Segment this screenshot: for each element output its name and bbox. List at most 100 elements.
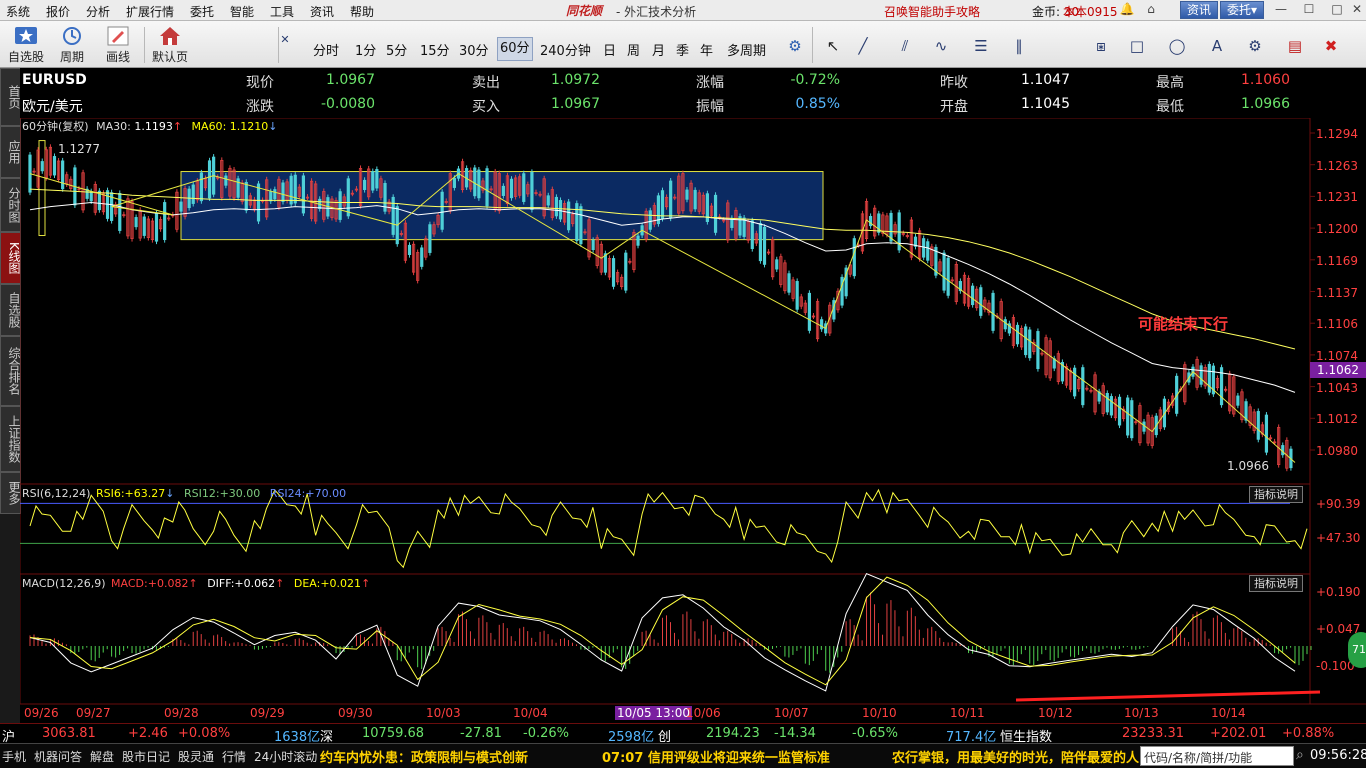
line-icon[interactable]: ╱ [852,35,874,57]
delete-icon[interactable]: ✖ [1320,35,1342,57]
close-icon[interactable]: ✕ [1348,2,1366,17]
float-badge[interactable]: 71 [1348,632,1366,668]
chart-area[interactable] [20,118,1366,723]
period-7[interactable]: 240分钟 [540,40,591,59]
y-tick-label: 1.1231 [1316,190,1358,205]
rail-tab-1[interactable]: 首页 [0,68,21,126]
period-6[interactable]: 60分 [497,37,533,61]
promo-link[interactable]: 召唤智能助手攻略 [884,3,980,20]
status-tab-4[interactable]: 股市日记 [122,748,170,765]
candle-body [371,171,375,191]
x-tick-label: 09/28 [164,706,199,720]
ellipse-icon[interactable]: ◯ [1166,35,1188,57]
period-5[interactable]: 30分 [459,40,489,59]
default-page-button[interactable]: 默认页 [150,23,190,65]
status-tab-7[interactable]: 24小时滚动 [254,748,317,765]
candle-body [775,259,779,270]
candle-body [787,273,791,293]
quote-value: -0.0080 [320,96,375,112]
candle-body [273,189,277,200]
rail-tab-6[interactable]: 综合排名 [0,336,21,406]
status-tab-2[interactable]: 机器问答 [34,748,82,765]
x-tick-label: 10/05 13:00 [615,706,692,720]
rsi-help-button[interactable]: 指标说明 [1249,486,1303,503]
account-name[interactable]: 本本0915 [1063,3,1118,20]
cycle-button[interactable]: 周期 [52,23,92,65]
rail-tab-5[interactable]: 自选股 [0,284,21,336]
bell-icon[interactable]: 🔔 [1118,2,1136,17]
parallel-icon[interactable]: ⫽ [894,35,916,57]
macd-help-button[interactable]: 指标说明 [1249,575,1303,592]
draw-button[interactable]: 画线 [98,23,138,65]
status-tab-3[interactable]: 解盘 [90,748,114,765]
bars-icon[interactable]: ∥ [1008,35,1030,57]
watchlist-button[interactable]: 自选股 [6,23,46,65]
period-8[interactable]: 日 [603,40,616,59]
cursor-icon[interactable]: ↖ [822,35,844,57]
period-1[interactable]: 分时 [313,40,339,59]
period-13[interactable]: 多周期 [727,40,766,59]
x-tick-label: 09/26 [24,706,59,720]
cycle-icon [63,27,81,45]
search-input[interactable]: 代码/名称/简拼/功能 [1144,749,1252,766]
menu-smart[interactable]: 智能 [230,3,254,20]
rail-tab-8[interactable]: 更多 [0,472,21,514]
macd-y-tick: +0.190 [1316,585,1361,599]
index-percent: +0.08% [178,726,231,741]
maximize-icon[interactable]: □ [1328,2,1346,17]
fib-icon[interactable]: ☰ [970,35,992,57]
info-button[interactable]: 资讯 [1180,1,1218,19]
rail-tab-2[interactable]: 应用 [0,126,21,178]
candle-body [485,168,489,207]
news-item[interactable]: 农行掌银，用最美好的时光，陪伴最爱的人 [892,747,1139,766]
channel-icon[interactable]: ⧆ [1090,35,1112,57]
restore-icon[interactable]: ☐ [1300,2,1318,17]
candle-body [1256,411,1260,440]
search-box[interactable]: 代码/名称/简拼/功能 [1140,746,1294,766]
status-tab-5[interactable]: 股灵通 [178,748,214,765]
rail-tab-7[interactable]: 上证指数 [0,406,21,472]
status-tab-1[interactable]: 手机 [2,748,26,765]
menu-extended[interactable]: 扩展行情 [126,3,174,20]
candle-body [375,169,379,189]
period-3[interactable]: 5分 [386,40,407,59]
menu-news[interactable]: 资讯 [310,3,334,20]
rect-icon[interactable]: □ [1126,35,1148,57]
candle-body [293,174,297,204]
news-item[interactable]: 07:07 信用评级业将迎来统一监管标准 [602,747,830,766]
menu-analysis[interactable]: 分析 [86,3,110,20]
x-tick-label: 10/06 [686,706,721,720]
menu-quote[interactable]: 报价 [46,3,70,20]
menu-trade[interactable]: 委托 [190,3,214,20]
text-icon[interactable]: A [1206,35,1228,57]
news-item[interactable]: 约车内忧外患：政策限制与模式创新 [320,747,528,766]
y-tick-label: 1.0980 [1316,444,1358,458]
collapse-icon[interactable]: ✕ [280,29,290,51]
status-tab-6[interactable]: 行情 [222,748,246,765]
trade-button[interactable]: 委托▾ [1220,1,1264,19]
candle-body [979,287,983,316]
period-4[interactable]: 15分 [420,40,450,59]
period-9[interactable]: 周 [627,40,640,59]
search-icon[interactable]: ⌕ [1296,747,1304,763]
candle-body [289,175,293,205]
period-12[interactable]: 年 [700,40,713,59]
period-10[interactable]: 月 [652,40,665,59]
shirt-icon[interactable]: ⌂ [1142,2,1160,17]
candle-body [795,281,799,310]
menu-help[interactable]: 帮助 [350,3,374,20]
period-11[interactable]: 季 [676,40,689,59]
menu-system[interactable]: 系统 [6,3,30,20]
candle-body [338,191,342,220]
menu-tools[interactable]: 工具 [270,3,294,20]
rsi-y-tick: +90.39 [1316,497,1361,511]
rail-tab-3[interactable]: 分时图 [0,178,21,232]
rail-tab-4[interactable]: K线图 [0,232,21,284]
settings-icon[interactable]: ⚙ [1244,35,1266,57]
period-2[interactable]: 1分 [355,40,376,59]
period-settings-icon[interactable]: ⚙ [784,35,806,57]
minimize-icon[interactable]: — [1272,2,1290,17]
color-icon[interactable]: ▤ [1284,35,1306,57]
brand-logo: 同花顺 [566,4,603,18]
wave-icon[interactable]: ∿ [930,35,952,57]
